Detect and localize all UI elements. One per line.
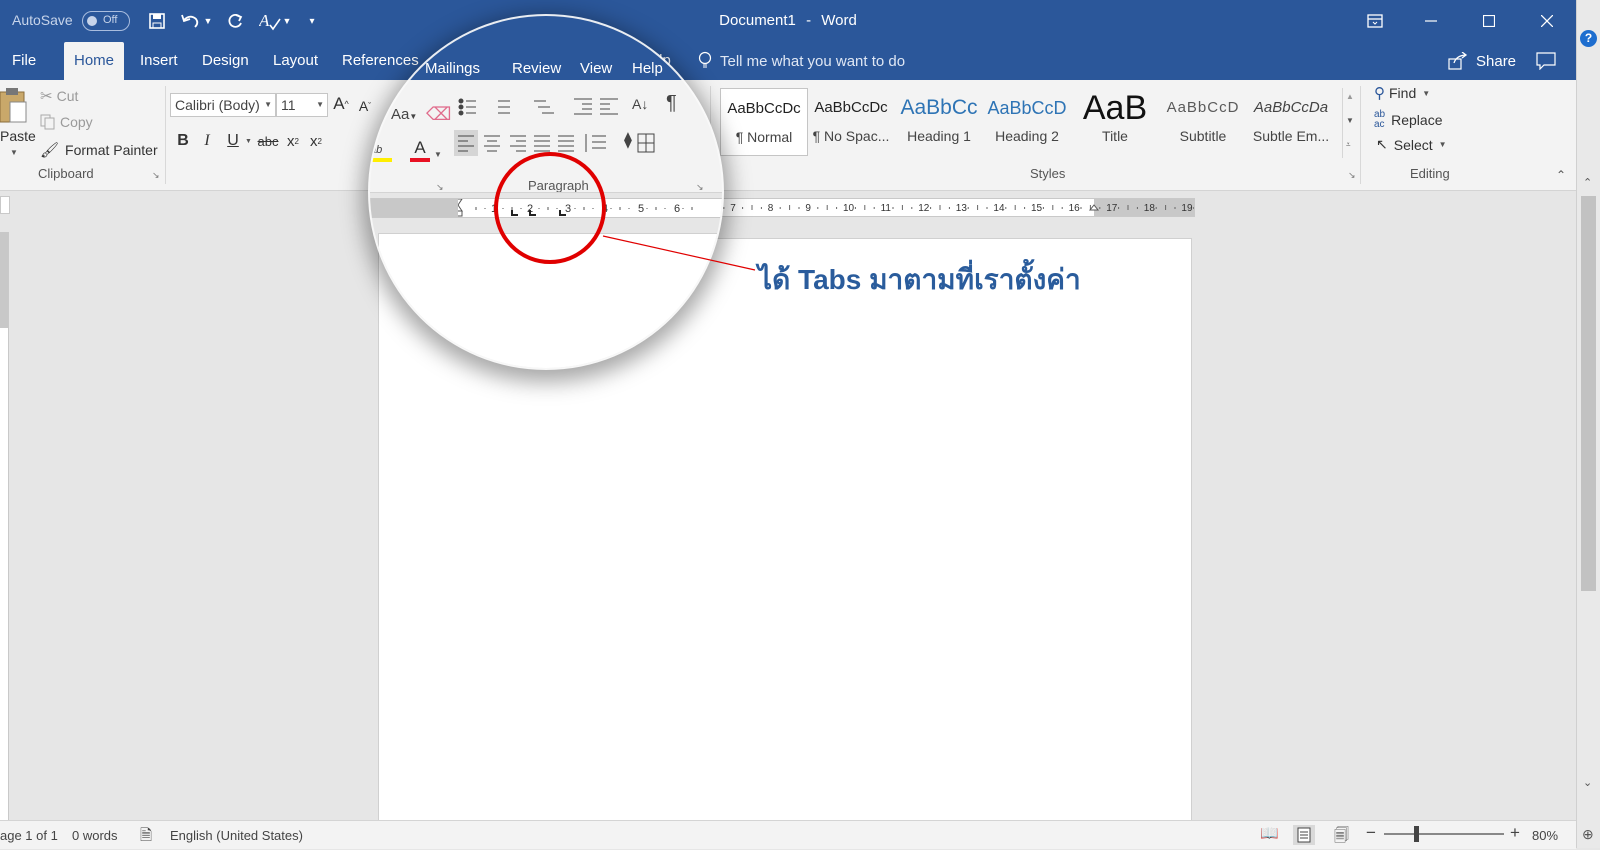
language-indicator[interactable]: English (United States) xyxy=(170,828,303,843)
search-icon: ⚲ xyxy=(1374,85,1385,102)
styles-scroll[interactable]: ▲ ▼ ⩡ xyxy=(1342,88,1357,158)
zoom-level[interactable]: 80% xyxy=(1532,828,1558,843)
scroll-thumb[interactable] xyxy=(1581,196,1596,591)
collapse-ribbon-icon[interactable]: ⌃ xyxy=(1556,168,1566,182)
chevron-down-icon: ▼ xyxy=(1438,140,1447,149)
chevron-down-icon: ▼ xyxy=(1422,88,1431,98)
annotation-overlay xyxy=(494,152,756,271)
vertical-scrollbar[interactable]: ? ⌃ ⌄ ⊕ xyxy=(1576,0,1600,848)
maximize-button[interactable] xyxy=(1474,0,1504,42)
page-count[interactable]: age 1 of 1 xyxy=(0,828,58,843)
scroll-down-icon[interactable]: ⌄ xyxy=(1583,776,1592,789)
close-button[interactable] xyxy=(1532,0,1562,42)
editing-group-label: Editing xyxy=(1410,166,1450,181)
cursor-icon: ↖ xyxy=(1376,136,1388,152)
vertical-ruler[interactable] xyxy=(0,232,9,820)
minimize-icon xyxy=(1425,20,1437,22)
replace-button[interactable]: ab ac Replace xyxy=(1374,110,1443,130)
zoom-in-icon[interactable]: ⊕ xyxy=(1582,826,1594,843)
highlight-circle xyxy=(494,152,606,264)
share-icon xyxy=(1448,52,1468,70)
chevron-up-icon[interactable]: ▲ xyxy=(1346,92,1354,101)
read-mode-icon[interactable]: 📖 xyxy=(1260,824,1279,842)
proofing-icon[interactable]: 🗎 xyxy=(140,825,152,850)
print-layout-icon xyxy=(1297,827,1311,843)
style-preview: AaBbCcDa xyxy=(1253,99,1329,116)
style-subtle-emphasis[interactable]: AaBbCcDa Subtle Em... xyxy=(1248,88,1334,154)
find-button[interactable]: ⚲ Find ▼ xyxy=(1374,84,1430,102)
zoom-slider-thumb[interactable] xyxy=(1414,826,1419,842)
callout-text: ได้ Tabs มาตามที่เราตั้งค่า xyxy=(758,264,1081,295)
close-icon xyxy=(1541,15,1553,27)
maximize-icon xyxy=(1483,15,1495,27)
styles-launcher-icon[interactable]: ↘ xyxy=(1348,170,1356,181)
callout-line xyxy=(602,235,756,271)
chevron-down-icon[interactable]: ▼ xyxy=(1346,116,1354,125)
minimize-button[interactable] xyxy=(1416,0,1446,42)
status-bar: age 1 of 1 0 words 🗎 English (United Sta… xyxy=(0,820,1576,849)
ribbon-display-button[interactable] xyxy=(1360,0,1390,42)
style-name: Subtle Em... xyxy=(1252,128,1330,144)
comments-button[interactable] xyxy=(1536,52,1556,75)
select-button[interactable]: ↖ Select ▼ xyxy=(1376,136,1447,153)
select-label: Select xyxy=(1393,136,1433,153)
ribbon-display-icon xyxy=(1367,14,1383,28)
scroll-up-icon[interactable]: ⌃ xyxy=(1583,176,1592,189)
zoom-out-icon[interactable]: − xyxy=(1366,823,1376,843)
zoom-in-icon[interactable]: + xyxy=(1510,823,1520,843)
replace-label: Replace xyxy=(1391,112,1443,128)
more-styles-icon[interactable]: ⩡ xyxy=(1346,140,1351,150)
divider xyxy=(1360,86,1361,184)
find-label: Find xyxy=(1389,85,1417,101)
replace-icon: ab ac xyxy=(1374,109,1386,130)
share-label: Share xyxy=(1476,52,1517,70)
share-button[interactable]: Share xyxy=(1448,42,1516,80)
print-layout-button[interactable] xyxy=(1293,825,1315,845)
word-count[interactable]: 0 words xyxy=(72,828,118,843)
comment-icon xyxy=(1536,52,1556,71)
web-layout-icon[interactable]: 🗐 xyxy=(1334,825,1349,850)
help-icon[interactable]: ? xyxy=(1580,30,1597,47)
zoom-slider-track[interactable] xyxy=(1384,833,1504,835)
